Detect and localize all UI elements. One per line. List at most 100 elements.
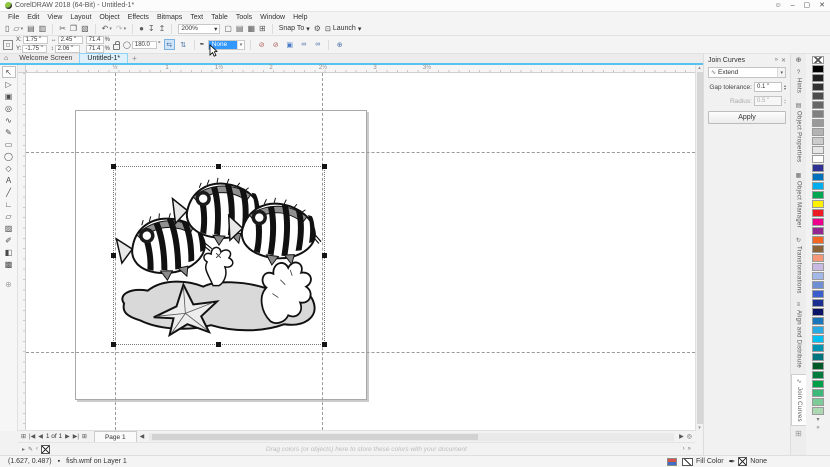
color-swatch-30[interactable] bbox=[812, 326, 824, 334]
drawing-canvas[interactable] bbox=[26, 73, 695, 430]
horizontal-ruler[interactable]: ½11½22½33½ bbox=[26, 65, 695, 73]
mirror-horizontal-button[interactable]: ⇆ bbox=[164, 39, 175, 50]
palette-scroll-right-icon[interactable]: › bbox=[683, 446, 685, 452]
show-grid-button[interactable]: ▦ bbox=[247, 24, 255, 34]
no-color-swatch[interactable] bbox=[41, 445, 50, 454]
color-swatch-16[interactable] bbox=[812, 200, 824, 208]
guideline-horizontal-2[interactable] bbox=[26, 352, 695, 353]
color-swatch-2[interactable] bbox=[812, 74, 824, 82]
y-position-field[interactable]: -1.75 " bbox=[22, 45, 47, 53]
gap-tolerance-field[interactable]: 0.1 " bbox=[754, 82, 782, 92]
palette-scroll-down-icon[interactable]: ▾ bbox=[816, 417, 819, 423]
guideline-horizontal-1[interactable] bbox=[26, 152, 695, 153]
eyedropper-icon[interactable]: ✎ bbox=[28, 446, 33, 453]
add-page-button[interactable]: ⊞ bbox=[21, 433, 26, 440]
color-swatch-22[interactable] bbox=[812, 254, 824, 262]
interactive-fill-tool[interactable]: ◧ bbox=[2, 246, 16, 258]
apply-button[interactable]: Apply bbox=[708, 111, 786, 124]
palette-arrow-icon[interactable]: ▸ bbox=[22, 446, 25, 453]
new-document-button[interactable]: ▯ bbox=[5, 24, 9, 34]
polygon-tool[interactable]: ◇ bbox=[2, 162, 16, 174]
lock-ratio-icon[interactable] bbox=[113, 44, 120, 50]
selection-handle-sw[interactable] bbox=[111, 342, 116, 347]
color-swatch-9[interactable] bbox=[812, 137, 824, 145]
transparency-tool[interactable]: ▨ bbox=[2, 222, 16, 234]
color-swatch-25[interactable] bbox=[812, 281, 824, 289]
scale-v-field[interactable]: 71.4 bbox=[86, 45, 104, 53]
gap-tolerance-spinner[interactable]: ▴ ▾ bbox=[784, 84, 786, 91]
first-page-button[interactable]: |◀ bbox=[29, 433, 35, 440]
tab-welcome-screen[interactable]: Welcome Screen bbox=[12, 53, 79, 63]
shape-tool[interactable]: ▷ bbox=[2, 78, 16, 90]
scale-h-field[interactable]: 71.4 bbox=[86, 36, 104, 44]
color-swatch-26[interactable] bbox=[812, 290, 824, 298]
color-swatch-37[interactable] bbox=[812, 389, 824, 397]
pin-icon[interactable]: ⊕ bbox=[796, 56, 802, 64]
outline-color-indicator[interactable]: ✒ None bbox=[729, 457, 767, 466]
selection-handle-e[interactable] bbox=[322, 253, 327, 258]
rectangle-tool[interactable]: ▭ bbox=[2, 138, 16, 150]
export-button[interactable]: ↥ bbox=[159, 24, 166, 34]
docker-tab-join-curves[interactable]: ∿Join Curves bbox=[791, 374, 806, 426]
menu-item-7[interactable]: Text bbox=[186, 14, 207, 21]
spin-down-icon[interactable]: ▾ bbox=[784, 87, 786, 91]
connector-tool[interactable]: ∟ bbox=[2, 198, 16, 210]
scroll-down-icon[interactable]: ▾ bbox=[698, 425, 701, 431]
print-button[interactable]: ▥ bbox=[39, 24, 47, 34]
selection-handle-ne[interactable] bbox=[322, 164, 327, 169]
color-swatch-27[interactable] bbox=[812, 299, 824, 307]
color-swatch-20[interactable] bbox=[812, 236, 824, 244]
rotation-angle-field[interactable]: 180.0 bbox=[132, 41, 157, 49]
color-swatch-21[interactable] bbox=[812, 245, 824, 253]
color-swatch-3[interactable] bbox=[812, 83, 824, 91]
show-guidelines-button[interactable]: ⊞ bbox=[259, 24, 266, 34]
palette-expand-icon[interactable]: » bbox=[816, 425, 819, 431]
artistic-media-tool[interactable]: ✎ bbox=[2, 126, 16, 138]
show-rulers-button[interactable]: ▤ bbox=[236, 24, 244, 34]
new-tab-button[interactable]: + bbox=[132, 54, 137, 63]
docker-tab-transformations[interactable]: ↻Transformations bbox=[791, 234, 806, 297]
menu-item-3[interactable]: Layout bbox=[66, 14, 95, 21]
menu-item-10[interactable]: Window bbox=[256, 14, 289, 21]
color-swatch-18[interactable] bbox=[812, 218, 824, 226]
copy-button[interactable]: ❐ bbox=[70, 24, 77, 34]
close-shape-button[interactable]: ⊘ bbox=[270, 39, 281, 50]
color-swatch-4[interactable] bbox=[812, 92, 824, 100]
color-swatch-12[interactable] bbox=[812, 164, 824, 172]
menu-item-9[interactable]: Tools bbox=[232, 14, 256, 21]
import-button[interactable]: ↧ bbox=[148, 24, 155, 34]
scroll-left-icon[interactable]: ◀ bbox=[140, 433, 145, 440]
docker-close-icon[interactable]: ✕ bbox=[781, 57, 786, 64]
color-swatch-11[interactable] bbox=[812, 155, 824, 163]
search-content-button[interactable]: ● bbox=[139, 24, 144, 34]
launch-button[interactable]: ⊡ Launch ▾ bbox=[325, 25, 361, 33]
user-account-icon[interactable]: ☺ bbox=[774, 1, 781, 11]
color-swatch-39[interactable] bbox=[812, 407, 824, 415]
menu-item-0[interactable]: File bbox=[4, 14, 23, 21]
menu-item-6[interactable]: Bitmaps bbox=[153, 14, 186, 21]
menu-item-2[interactable]: View bbox=[43, 14, 66, 21]
docker-menu-icon[interactable]: » bbox=[775, 57, 778, 64]
next-page-button[interactable]: ▶ bbox=[65, 433, 70, 440]
color-swatch-23[interactable] bbox=[812, 263, 824, 271]
zoom-tool[interactable]: ◎ bbox=[2, 102, 16, 114]
horizontal-scrollbar-thumb[interactable] bbox=[152, 434, 477, 440]
selection-handle-se[interactable] bbox=[322, 342, 327, 347]
color-swatch-24[interactable] bbox=[812, 272, 824, 280]
page-tab[interactable]: Page 1 bbox=[94, 431, 137, 442]
menu-item-11[interactable]: Help bbox=[289, 14, 311, 21]
close-button[interactable]: ✕ bbox=[819, 1, 825, 11]
selection-handle-n[interactable] bbox=[216, 164, 221, 169]
scroll-up-icon[interactable]: ▴ bbox=[698, 65, 701, 71]
selection-handle-w[interactable] bbox=[111, 253, 116, 258]
color-swatch-35[interactable] bbox=[812, 371, 824, 379]
smart-fill-tool[interactable]: ▩ bbox=[2, 258, 16, 270]
weld-button[interactable]: ∞ bbox=[312, 39, 323, 50]
full-screen-preview-button[interactable]: ▢ bbox=[224, 24, 232, 34]
docker-tab-object-properties[interactable]: ▤Object Properties bbox=[791, 99, 806, 165]
palette-scroll-left-icon[interactable]: ‹ bbox=[36, 446, 38, 452]
vertical-ruler[interactable] bbox=[18, 73, 26, 430]
object-styles-button[interactable]: ▣ bbox=[284, 39, 295, 50]
redo-button[interactable]: ↷▾ bbox=[116, 24, 126, 34]
customize-plus-button[interactable]: ⊕ bbox=[334, 39, 345, 50]
